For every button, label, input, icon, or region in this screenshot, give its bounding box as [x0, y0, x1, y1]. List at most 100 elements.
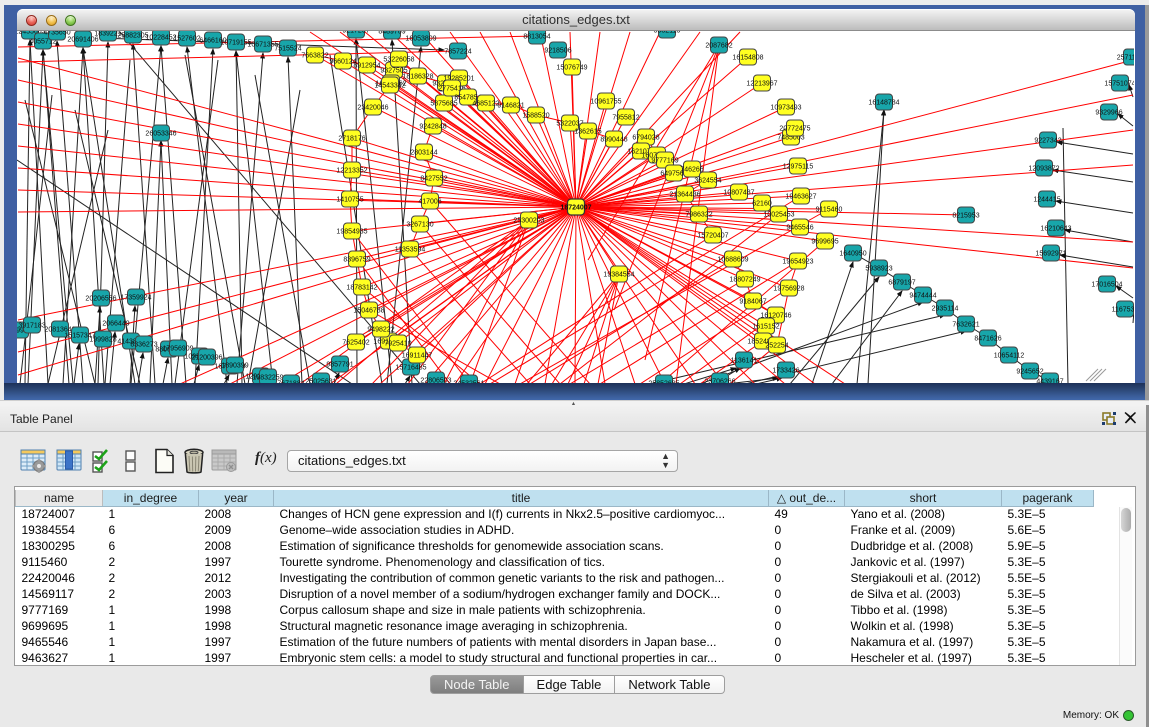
svg-text:7986322: 7986322	[685, 212, 712, 219]
svg-text:9699695: 9699695	[811, 239, 838, 246]
svg-text:20772475: 20772475	[779, 126, 810, 133]
svg-text:2066449: 2066449	[102, 321, 129, 328]
svg-text:10973493: 10973493	[770, 105, 801, 112]
svg-text:9498222: 9498222	[367, 327, 394, 334]
svg-text:10025453: 10025453	[763, 212, 794, 219]
svg-text:2718176: 2718176	[338, 136, 365, 143]
svg-text:1999828: 1999828	[89, 337, 116, 344]
svg-text:16154808: 16154808	[732, 55, 763, 62]
svg-text:8489709: 8489709	[378, 31, 405, 36]
svg-text:9465546: 9465546	[786, 225, 813, 232]
svg-text:17956909: 17956909	[162, 346, 193, 353]
svg-text:2803144: 2803144	[410, 150, 437, 157]
svg-text:9184067: 9184067	[739, 299, 766, 306]
svg-text:7515524: 7515524	[274, 46, 301, 53]
svg-text:25711873: 25711873	[1117, 55, 1134, 62]
svg-text:16210643: 16210643	[1040, 226, 1071, 233]
svg-text:21364436: 21364436	[669, 192, 700, 199]
svg-text:12975115: 12975115	[783, 164, 814, 171]
svg-text:5938923: 5938923	[865, 266, 892, 273]
svg-text:20206556: 20206556	[85, 296, 116, 303]
svg-text:1615152: 1615152	[752, 324, 779, 331]
svg-text:1890399: 1890399	[221, 363, 248, 370]
svg-text:7925410: 7925410	[384, 341, 411, 348]
svg-text:9857791: 9857791	[326, 362, 353, 369]
svg-text:11353594: 11353594	[395, 247, 426, 254]
svg-text:9245652: 9245652	[1016, 369, 1043, 376]
svg-text:9115460: 9115460	[816, 207, 843, 214]
svg-text:18783142: 18783142	[346, 285, 377, 292]
svg-text:1410755: 1410755	[336, 197, 363, 204]
svg-text:8215953: 8215953	[952, 213, 979, 220]
svg-text:8427552: 8427552	[420, 176, 447, 183]
svg-text:3267130: 3267130	[406, 222, 433, 229]
svg-text:19756928: 19756928	[773, 286, 804, 293]
svg-text:9242848: 9242848	[419, 124, 446, 131]
svg-text:1244415: 1244415	[1033, 197, 1060, 204]
svg-text:6879197: 6879197	[888, 280, 915, 287]
svg-text:22806503: 22806503	[420, 378, 451, 384]
svg-text:25025631: 25025631	[305, 379, 336, 384]
svg-text:15692971: 15692971	[1035, 251, 1066, 258]
svg-text:17016504: 17016504	[1091, 282, 1122, 289]
svg-text:21200396: 21200396	[191, 355, 222, 362]
svg-text:7632621: 7632621	[952, 322, 979, 329]
svg-text:5875685: 5875685	[430, 101, 457, 108]
svg-text:62160: 62160	[752, 201, 772, 208]
svg-text:9218506: 9218506	[544, 48, 571, 55]
svg-text:1136141: 1136141	[731, 358, 758, 365]
svg-text:9474444: 9474444	[909, 293, 936, 300]
svg-text:1588520: 1588520	[522, 113, 549, 120]
svg-text:6794028: 6794028	[632, 135, 659, 142]
svg-text:16053809: 16053809	[405, 36, 436, 43]
svg-text:18807249: 18807249	[729, 277, 760, 284]
svg-text:252254: 252254	[765, 343, 788, 350]
svg-text:8990448: 8990448	[600, 137, 627, 144]
svg-text:10654112: 10654112	[994, 353, 1025, 360]
svg-text:5682115: 5682115	[654, 31, 681, 35]
svg-text:7625402: 7625402	[342, 340, 369, 347]
svg-text:15046788: 15046788	[353, 308, 384, 315]
svg-text:23420046: 23420046	[357, 105, 388, 112]
svg-text:10807487: 10807487	[723, 190, 754, 197]
svg-text:3917183: 3917183	[18, 323, 45, 330]
svg-text:19854935: 19854935	[336, 229, 367, 236]
svg-text:1527602: 1527602	[173, 36, 200, 43]
svg-text:20691406: 20691406	[67, 37, 98, 44]
svg-text:24532561: 24532561	[453, 381, 484, 384]
svg-text:8912954: 8912954	[353, 63, 380, 70]
svg-text:12213967: 12213967	[746, 81, 777, 88]
svg-text:9777169: 9777169	[651, 158, 678, 165]
svg-text:4685122: 4685122	[472, 101, 499, 108]
svg-text:2935114: 2935114	[932, 306, 959, 313]
svg-text:1733426: 1733426	[772, 368, 799, 375]
svg-text:9146821: 9146821	[497, 103, 524, 110]
svg-text:7857224: 7857224	[444, 49, 471, 56]
svg-text:18724007: 18724007	[560, 205, 591, 212]
svg-text:15716485: 15716485	[395, 365, 426, 372]
svg-text:25852685: 25852685	[648, 381, 679, 384]
svg-text:417006: 417006	[418, 199, 441, 206]
svg-text:1362615: 1362615	[574, 129, 601, 136]
svg-text:9227342: 9227342	[1034, 138, 1061, 145]
svg-text:16911447: 16911447	[402, 353, 433, 360]
svg-text:2087682: 2087682	[705, 43, 732, 50]
svg-text:14543342: 14543342	[374, 83, 405, 90]
svg-text:10228452: 10228452	[145, 35, 176, 42]
svg-text:8336273: 8336273	[130, 342, 157, 349]
svg-text:12213352: 12213352	[336, 168, 367, 175]
svg-text:26053346: 26053346	[145, 131, 176, 138]
svg-text:1640950: 1640950	[839, 251, 866, 258]
svg-text:18186328: 18186328	[402, 74, 433, 81]
svg-text:3624554: 3624554	[694, 178, 721, 185]
svg-text:1167534: 1167534	[1112, 307, 1134, 314]
svg-text:9329966: 9329966	[1095, 110, 1122, 117]
svg-text:15720407: 15720407	[697, 233, 728, 240]
svg-text:53226058: 53226058	[383, 57, 414, 64]
svg-text:16148784: 16148784	[868, 100, 899, 107]
svg-text:4439167: 4439167	[1036, 379, 1063, 384]
svg-text:12093872: 12093872	[1028, 166, 1059, 173]
svg-text:25300203: 25300203	[513, 218, 544, 225]
svg-text:7663822: 7663822	[301, 53, 328, 60]
svg-text:25882305: 25882305	[117, 33, 148, 40]
